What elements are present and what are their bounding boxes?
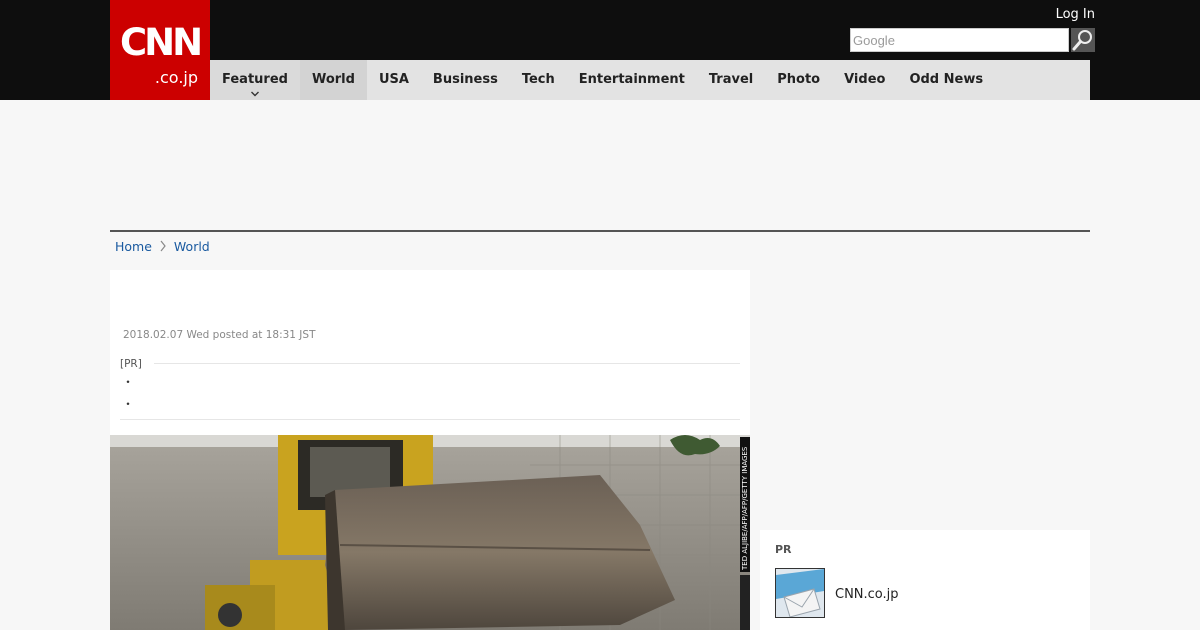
login-link[interactable]: Log In bbox=[1056, 7, 1095, 22]
pr-link-2[interactable]: ・ bbox=[122, 398, 134, 410]
pr-thumbnail[interactable] bbox=[775, 568, 825, 618]
article-photo bbox=[110, 435, 750, 630]
sidebar-pr-title: PR bbox=[775, 543, 792, 556]
nav-item-usa[interactable]: USA bbox=[367, 60, 421, 100]
nav-item-video[interactable]: Video bbox=[832, 60, 897, 100]
pr-link-1[interactable]: ・ bbox=[122, 376, 134, 388]
logo-main-text: CNN bbox=[119, 21, 203, 64]
search-input[interactable] bbox=[850, 28, 1069, 52]
content-divider bbox=[110, 230, 1090, 232]
pr-bottom-divider bbox=[120, 419, 740, 420]
nav-item-photo[interactable]: Photo bbox=[765, 60, 832, 100]
nav-item-world[interactable]: World bbox=[299, 60, 367, 100]
nav-item-odd-news[interactable]: Odd News bbox=[897, 60, 995, 100]
sidebar-pr-box: PR CNN.co.jp bbox=[760, 530, 1090, 630]
nav-item-featured[interactable]: Featured bbox=[210, 60, 300, 100]
breadcrumb: Home World bbox=[115, 238, 210, 254]
photo-credit-text: TED ALJIBE/AFP/AFP/GETTY IMAGES bbox=[741, 446, 749, 570]
mail-thumbnail-icon bbox=[776, 569, 824, 617]
pr-label: [PR] bbox=[120, 358, 142, 370]
search-icon bbox=[1072, 30, 1092, 51]
pr-item-link[interactable]: CNN.co.jp bbox=[835, 587, 899, 602]
chevron-right-icon bbox=[160, 240, 166, 252]
nav-item-travel[interactable]: Travel bbox=[697, 60, 765, 100]
chevron-down-icon bbox=[250, 91, 259, 97]
photo-credit: TED ALJIBE/AFP/AFP/GETTY IMAGES bbox=[740, 437, 750, 572]
pr-divider bbox=[154, 363, 740, 364]
breadcrumb-home[interactable]: Home bbox=[115, 239, 152, 254]
breadcrumb-world[interactable]: World bbox=[174, 239, 210, 254]
logo-sub-text: .co.jp bbox=[154, 68, 198, 87]
article-card: 2018.02.07 Wed posted at 18:31 JST [PR] … bbox=[110, 270, 750, 435]
main-nav: Featured World USA Business Tech Enterta… bbox=[210, 60, 1090, 100]
cnn-logo[interactable]: CNN .co.jp bbox=[110, 0, 210, 100]
search-button[interactable] bbox=[1071, 28, 1095, 52]
nav-item-entertainment[interactable]: Entertainment bbox=[567, 60, 697, 100]
article-date: 2018.02.07 Wed posted at 18:31 JST bbox=[123, 329, 316, 341]
nav-item-tech[interactable]: Tech bbox=[510, 60, 567, 100]
nav-item-business[interactable]: Business bbox=[421, 60, 510, 100]
nav-item-label: Featured bbox=[222, 72, 288, 87]
top-header-bar: CNN .co.jp Log In Featured World USA Bus… bbox=[0, 0, 1200, 100]
